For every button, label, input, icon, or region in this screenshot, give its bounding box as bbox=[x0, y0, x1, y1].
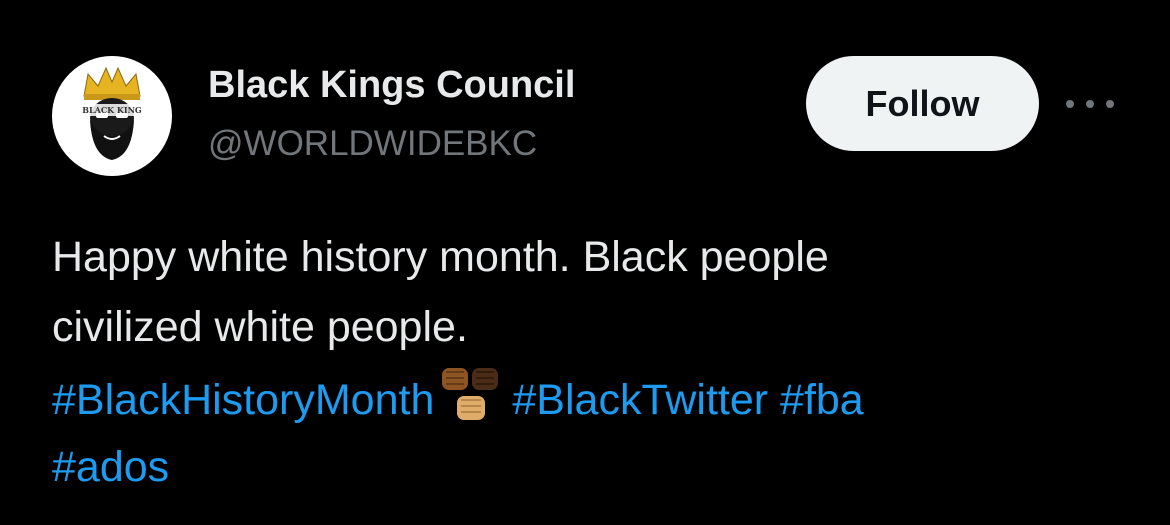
dot bbox=[1086, 100, 1094, 108]
hashtag-blacktwitter[interactable]: #BlackTwitter bbox=[512, 376, 768, 424]
tweet-text: Happy white history month. Black people … bbox=[52, 222, 1142, 502]
hashtag-blackhistorymonth[interactable]: #BlackHistoryMonth bbox=[52, 376, 434, 424]
tweet-text-line: civilized white people. bbox=[52, 303, 468, 351]
hashtag-line: #ados bbox=[52, 432, 1142, 502]
tweet-text-line: Happy white history month. Black people bbox=[52, 233, 829, 281]
raised-fists-icon bbox=[438, 362, 504, 428]
dot bbox=[1066, 100, 1074, 108]
svg-text:BLACK KING: BLACK KING bbox=[82, 105, 142, 115]
follow-button[interactable]: Follow bbox=[806, 56, 1039, 151]
display-name[interactable]: Black Kings Council bbox=[208, 62, 575, 108]
hashtag-ados[interactable]: #ados bbox=[52, 443, 169, 491]
tweet-card: BLACK KING Black Kings Council @WORLDWID… bbox=[0, 0, 1170, 525]
hashtag-line: #BlackHistoryMonth #BlackTwitter #fba bbox=[52, 362, 1142, 432]
avatar[interactable]: BLACK KING bbox=[52, 56, 172, 176]
more-options-icon[interactable] bbox=[1066, 88, 1114, 120]
user-handle[interactable]: @WORLDWIDEBKC bbox=[208, 122, 537, 166]
dot bbox=[1106, 100, 1114, 108]
king-logo-icon: BLACK KING bbox=[78, 66, 146, 160]
hashtag-fba[interactable]: #fba bbox=[780, 376, 864, 424]
